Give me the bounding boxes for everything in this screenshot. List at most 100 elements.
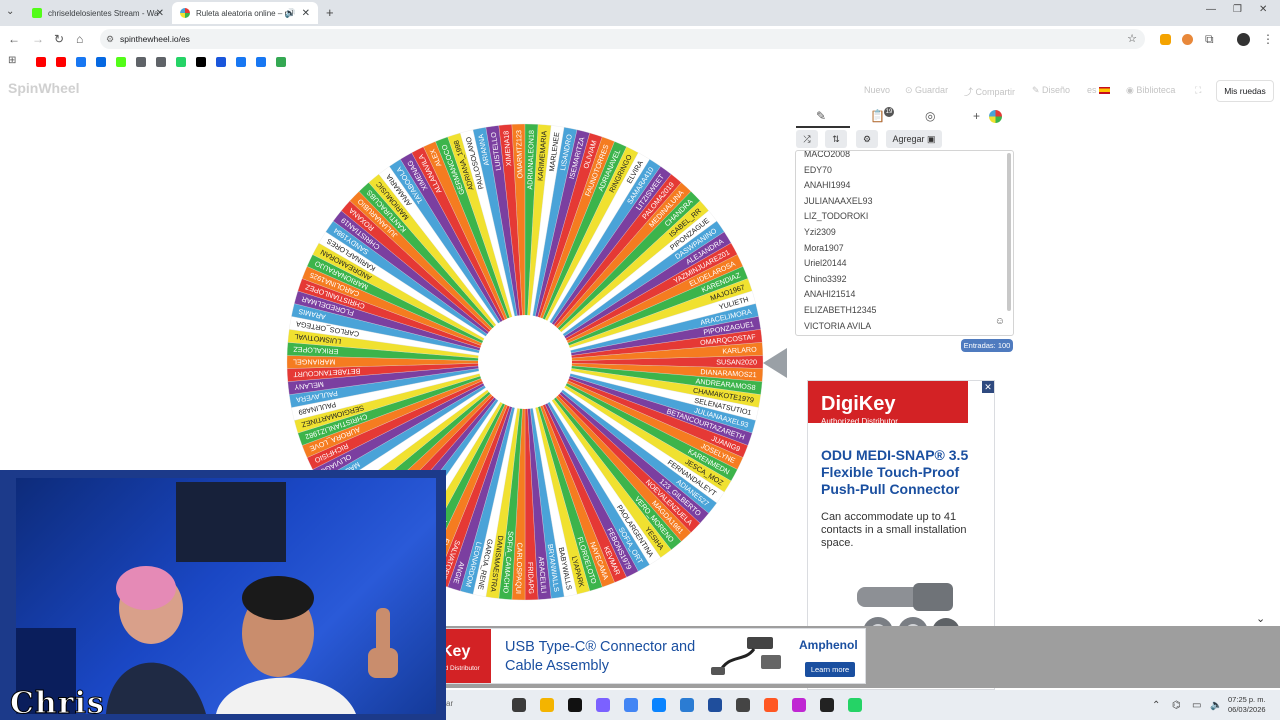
wheel-entry-label: ADRIANALEON18 [525, 130, 536, 190]
bookmark-icon[interactable] [76, 57, 86, 67]
bookmark-icon[interactable] [176, 57, 186, 67]
clock-date: 06/03/2026 [1228, 705, 1266, 714]
emoji-icon[interactable]: ☺ [995, 316, 1005, 327]
menu-guardar[interactable]: ⊙ Guardar [905, 85, 948, 96]
bookmark-icon[interactable] [256, 57, 266, 67]
entry-line[interactable]: JULIANAAXEL93 [804, 196, 872, 206]
entry-line[interactable]: ANAHI21514 [804, 289, 855, 299]
taskbar-app-icon[interactable] [764, 698, 778, 712]
network-icon[interactable]: ⌬ [1172, 700, 1181, 711]
tab-ruleta[interactable]: Ruleta aleatoria online – rul 🔊 ✕ [172, 2, 318, 24]
bookmark-star-icon[interactable]: ☆ [1127, 29, 1137, 49]
taskbar-app-icon[interactable] [596, 698, 610, 712]
taskbar-clock[interactable]: 07:25 p. m. 06/03/2026 [1228, 695, 1266, 715]
tab-close-icon[interactable]: ✕ [156, 8, 164, 19]
extension-icon[interactable] [1182, 34, 1193, 45]
bookmark-icon[interactable] [216, 57, 226, 67]
tab-search-icon[interactable]: ⌄ [6, 6, 14, 17]
results-badge: 19 [884, 107, 894, 117]
menu-compartir[interactable]: ⤴ Compartir [964, 85, 1015, 98]
entry-line[interactable]: EDY70 [804, 165, 832, 175]
entry-line[interactable]: Yzi2309 [804, 227, 836, 237]
fullscreen-icon[interactable]: ⛶ [1195, 85, 1201, 96]
taskbar-app-icon[interactable] [568, 698, 582, 712]
entry-line[interactable]: VICTORIA AVILA [804, 321, 871, 331]
settings-gear-icon[interactable]: ⚙ [856, 130, 878, 148]
tray-chevron-icon[interactable]: ⌃ [1152, 700, 1160, 711]
tab-hidden[interactable]: ◎ [921, 106, 951, 128]
bookmark-icon[interactable] [196, 57, 206, 67]
taskbar-app-icon[interactable] [512, 698, 526, 712]
entry-line[interactable]: Mora1907 [804, 243, 844, 253]
menu-diseno[interactable]: ✎ Diseño [1032, 85, 1070, 96]
extensions-puzzle-icon[interactable]: ⧉ [1205, 32, 1214, 47]
ad-brand-sub: Authorized Distributor [821, 417, 898, 426]
restore-icon[interactable]: ❐ [1233, 4, 1242, 15]
extension-icon[interactable] [1160, 34, 1171, 45]
entries-scrollbar[interactable] [1007, 153, 1011, 311]
bookmark-icon[interactable] [136, 57, 146, 67]
taskbar-app-icon[interactable] [820, 698, 834, 712]
entries-textarea[interactable]: MACO2008 EDY70 ANAHI1994 JULIANAAXEL93 LIZ_T… [795, 150, 1014, 336]
bookmark-icon[interactable] [236, 57, 246, 67]
taskbar-app-icon[interactable] [624, 698, 638, 712]
display-icon[interactable]: ▭ [1192, 700, 1201, 711]
back-icon[interactable]: ← [8, 32, 20, 46]
taskbar-app-icon[interactable] [736, 698, 750, 712]
shuffle-button[interactable]: ⤮ [796, 130, 818, 148]
taskbar-app-icon[interactable] [680, 698, 694, 712]
sort-button[interactable]: ⇅ [825, 130, 847, 148]
forward-icon[interactable]: → [32, 32, 44, 46]
bookmark-icon[interactable] [96, 57, 106, 67]
entry-line[interactable]: MACO2008 [804, 151, 850, 159]
bookmark-icon[interactable] [156, 57, 166, 67]
bottom-ad-brand-sub: ed Distributor [441, 665, 480, 672]
browser-menu-icon[interactable]: ⋮ [1262, 32, 1274, 46]
volume-icon[interactable]: 🔈 [1210, 700, 1222, 711]
agregar-button[interactable]: Agregar ▣ [886, 130, 942, 148]
taskbar-app-icon[interactable] [708, 698, 722, 712]
minimize-icon[interactable]: — [1206, 4, 1216, 15]
taskbar-app-icon[interactable] [540, 698, 554, 712]
entry-line[interactable]: Uriel20144 [804, 258, 847, 268]
bookmark-icon[interactable] [36, 57, 46, 67]
tab-stream[interactable]: chriseldelosientes Stream - Wa ✕ [24, 2, 172, 24]
menu-diseno-label: Diseño [1042, 85, 1071, 95]
audio-icon[interactable]: 🔊 [285, 8, 296, 19]
tab-results[interactable]: 📋 19 [866, 106, 896, 128]
url-input[interactable]: ⚙ spinthewheel.io/es ☆ [100, 29, 1145, 49]
reload-icon[interactable]: ↻ [54, 32, 64, 46]
spinwheel-logo[interactable]: SpinWheel [8, 80, 80, 96]
bookmark-icon[interactable] [276, 57, 286, 67]
site-info-icon[interactable]: ⚙ [106, 29, 114, 49]
tab-close-icon[interactable]: ✕ [302, 8, 310, 19]
new-tab-button[interactable]: + [326, 5, 334, 20]
bookmarks-bar: ⊞ [0, 52, 1280, 72]
ad-headline[interactable]: ODU MEDI-SNAP® 3.5 Flexible Touch-Proof … [821, 447, 991, 498]
wheel-center[interactable] [478, 315, 572, 409]
tab-add-wheel[interactable]: + [971, 106, 1011, 128]
taskbar-app-icon[interactable] [792, 698, 806, 712]
language-selector[interactable]: es [1087, 85, 1111, 95]
entry-line[interactable]: ANAHI1994 [804, 180, 850, 190]
profile-avatar[interactable] [1237, 33, 1250, 46]
collapse-ad-icon[interactable]: ⌄ [1256, 612, 1265, 625]
menu-nuevo[interactable]: Nuevo [864, 85, 890, 95]
apps-grid-icon[interactable]: ⊞ [8, 55, 16, 66]
bookmark-icon[interactable] [56, 57, 66, 67]
entry-line[interactable]: LIZ_TODOROKI [804, 211, 868, 221]
tab-edit[interactable]: ✎ [796, 106, 850, 128]
ad-close-icon[interactable]: ✕ [982, 381, 994, 393]
entry-line[interactable]: Chino3392 [804, 274, 847, 284]
bottom-advertisement[interactable]: Key ed Distributor USB Type-C® Connector… [440, 628, 866, 684]
mis-ruedas-button[interactable]: Mis ruedas [1216, 80, 1274, 102]
close-window-icon[interactable]: ✕ [1259, 4, 1267, 15]
taskbar-app-icon[interactable] [848, 698, 862, 712]
bottom-ad-headline[interactable]: USB Type-C® Connector and Cable Assembly [505, 638, 705, 676]
taskbar-app-icon[interactable] [652, 698, 666, 712]
bookmark-icon[interactable] [116, 57, 126, 67]
menu-biblioteca[interactable]: ◉ Biblioteca [1126, 85, 1175, 96]
learn-more-button[interactable]: Learn more [805, 662, 855, 677]
entry-line[interactable]: ELIZABETH12345 [804, 305, 876, 315]
home-icon[interactable]: ⌂ [76, 32, 83, 46]
